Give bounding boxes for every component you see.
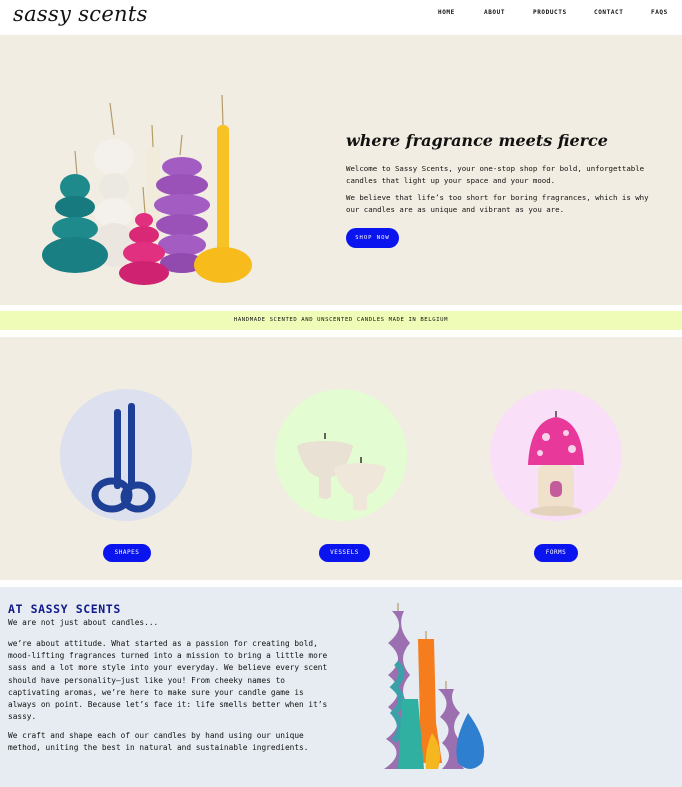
announcement-ribbon: HANDMADE SCENTED AND UNSCENTED CANDLES M…	[0, 311, 682, 330]
twisted-candles-image	[384, 603, 485, 769]
categories-section: SHAPES VESSELS FORMS	[0, 337, 682, 580]
about-paragraph-2: We craft and shape each of our candles b…	[8, 731, 309, 753]
hero-title: where fragrance meets fierce	[346, 131, 608, 150]
hero-paragraph-1: Welcome to Sassy Scents, your one-stop s…	[346, 164, 645, 185]
nav-faqs[interactable]: FAQS	[651, 9, 668, 16]
about-section: AT SASSY SCENTS We are not just about ca…	[0, 587, 682, 787]
nav-home[interactable]: HOME	[438, 9, 455, 16]
shop-now-button[interactable]: SHOP NOW	[346, 228, 399, 248]
nav-about[interactable]: ABOUT	[484, 9, 505, 16]
shapes-button[interactable]: SHAPES	[103, 544, 151, 562]
forms-button[interactable]: FORMS	[534, 544, 578, 562]
hero-candles-image	[42, 95, 252, 285]
vessel-candle-icon	[297, 433, 386, 511]
site-header: sassy scents HOME ABOUT PRODUCTS CONTACT…	[0, 0, 682, 33]
knot-candle-icon	[91, 403, 156, 513]
about-paragraph-1: we’re about attitude. What started as a …	[8, 639, 328, 722]
nav-contact[interactable]: CONTACT	[594, 9, 624, 16]
about-subtitle: We are not just about candles...	[8, 618, 159, 627]
category-shapes-image[interactable]	[60, 389, 192, 521]
logo[interactable]: sassy scents	[13, 2, 148, 26]
hero-paragraph-2: We believe that life’s too short for bor…	[346, 193, 649, 214]
mushroom-candle-icon	[528, 411, 584, 516]
category-forms-image[interactable]	[490, 389, 622, 521]
hero-section: where fragrance meets fierce Welcome to …	[0, 35, 682, 305]
category-vessels-image[interactable]	[275, 389, 407, 521]
about-title: AT SASSY SCENTS	[8, 602, 121, 616]
nav-products[interactable]: PRODUCTS	[533, 9, 567, 16]
vessels-button[interactable]: VESSELS	[319, 544, 370, 562]
